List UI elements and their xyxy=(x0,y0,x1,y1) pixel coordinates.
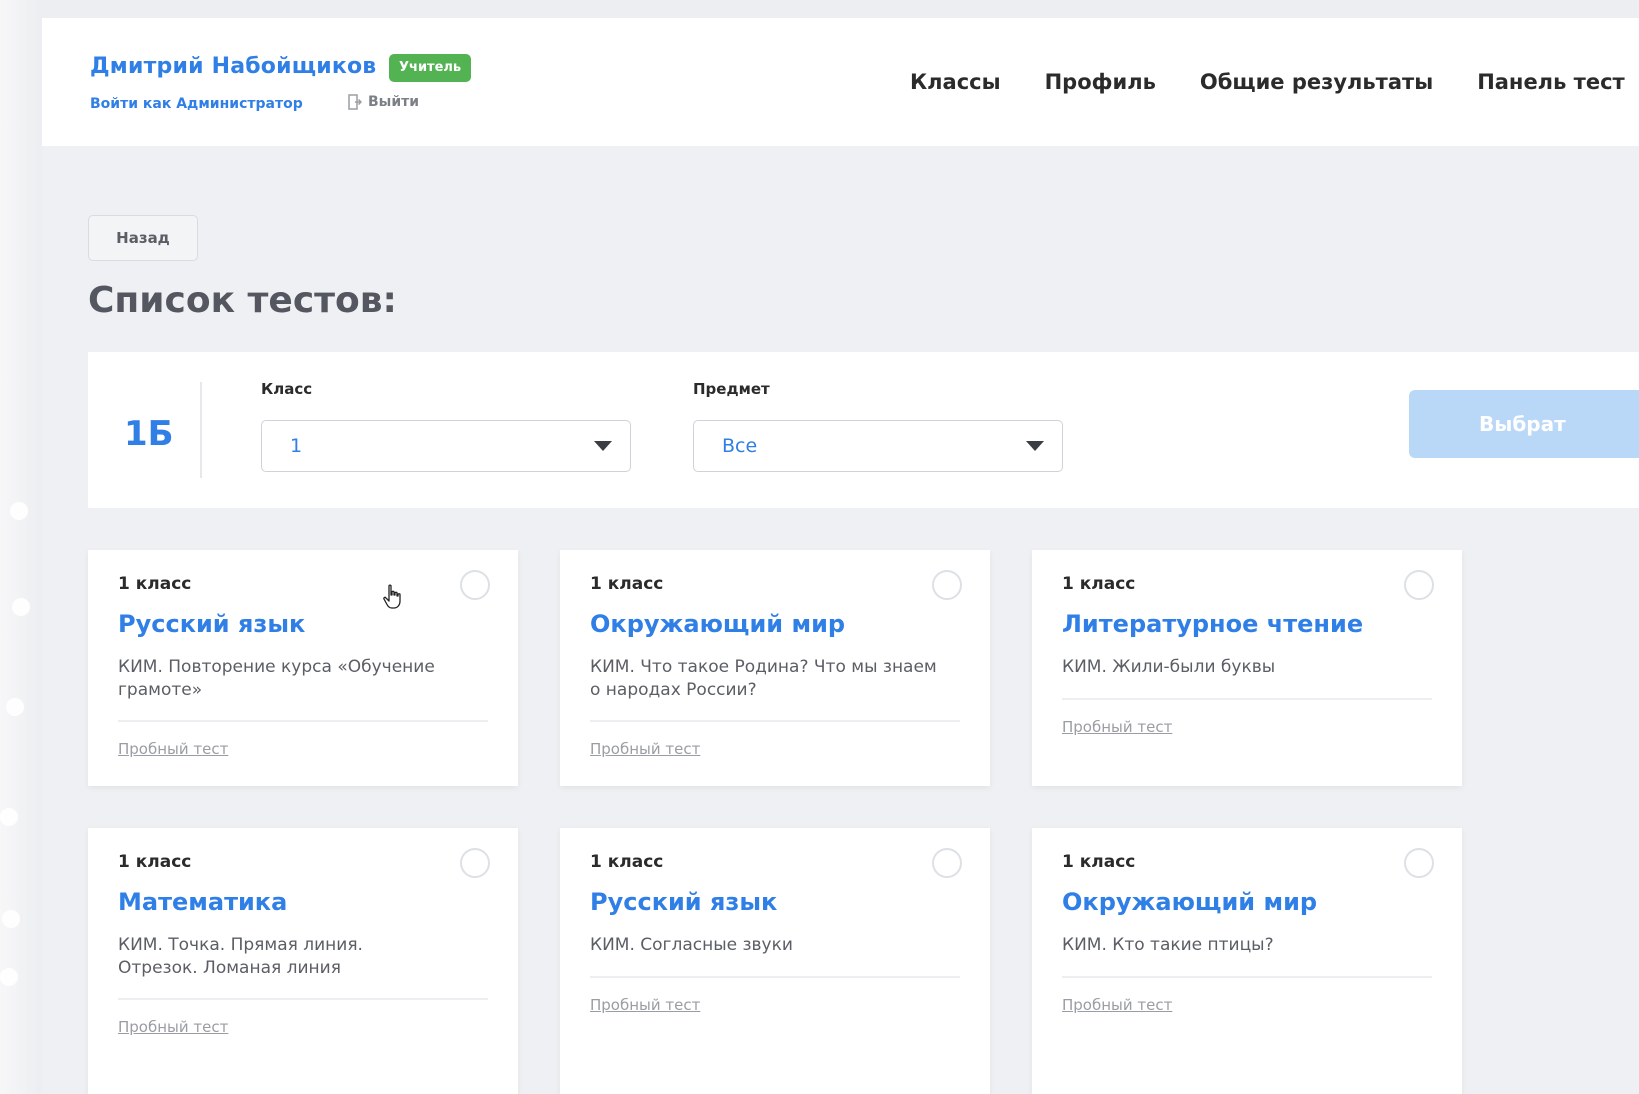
card-subject[interactable]: Окружающий мир xyxy=(1062,888,1317,916)
class-select-value: 1 xyxy=(290,435,303,457)
page-title: Список тестов: xyxy=(88,280,397,321)
trial-test-link[interactable]: Пробный тест xyxy=(1062,996,1172,1014)
card-grade: 1 класс xyxy=(1062,852,1136,872)
logout-label: Выйти xyxy=(368,94,420,110)
hand-cursor-icon xyxy=(383,584,401,609)
trial-test-link[interactable]: Пробный тест xyxy=(590,996,700,1014)
card-divider xyxy=(1062,976,1432,978)
radio-icon[interactable] xyxy=(932,570,962,600)
logout-button[interactable]: Выйти xyxy=(348,94,419,110)
card-grade: 1 класс xyxy=(118,574,192,594)
app-window: Дмитрий Набойщиков Учитель Войти как Адм… xyxy=(42,18,1639,1094)
subject-select[interactable]: Все xyxy=(693,420,1063,472)
user-name[interactable]: Дмитрий Набойщиков xyxy=(90,54,376,79)
card-description: КИМ. Кто такие птицы? xyxy=(1062,935,1274,955)
filter-panel: 1Б Класс 1 Предмет Все Выбрат xyxy=(88,352,1639,508)
role-badge: Учитель xyxy=(389,54,472,82)
subject-label: Предмет xyxy=(693,380,770,398)
card-divider xyxy=(590,720,960,722)
card-grade: 1 класс xyxy=(1062,574,1136,594)
test-card[interactable]: 1 класс Математика КИМ. Точка. Прямая ли… xyxy=(88,828,518,1094)
trial-test-link[interactable]: Пробный тест xyxy=(118,740,228,758)
nav-results[interactable]: Общие результаты xyxy=(1200,70,1433,94)
card-grade: 1 класс xyxy=(590,574,664,594)
card-divider xyxy=(590,976,960,978)
trial-test-link[interactable]: Пробный тест xyxy=(590,740,700,758)
trial-test-link[interactable]: Пробный тест xyxy=(118,1018,228,1036)
chevron-down-icon xyxy=(1026,441,1044,451)
divider xyxy=(200,382,202,478)
subject-select-value: Все xyxy=(722,435,758,457)
card-grade: 1 класс xyxy=(590,852,664,872)
test-card[interactable]: 1 класс Русский язык КИМ. Согласные звук… xyxy=(560,828,990,1094)
test-card[interactable]: 1 класс Окружающий мир КИМ. Кто такие пт… xyxy=(1032,828,1462,1094)
chevron-down-icon xyxy=(594,441,612,451)
class-code: 1Б xyxy=(124,414,174,454)
card-description: КИМ. Жили-были буквы xyxy=(1062,657,1276,677)
card-divider xyxy=(118,720,488,722)
radio-icon[interactable] xyxy=(1404,570,1434,600)
test-card[interactable]: 1 класс Русский язык КИМ. Повторение кур… xyxy=(88,550,518,786)
card-grade: 1 класс xyxy=(118,852,192,872)
main-nav: Классы Профиль Общие результаты Панель т… xyxy=(910,70,1625,94)
radio-icon[interactable] xyxy=(1404,848,1434,878)
card-divider xyxy=(1062,698,1432,700)
class-select[interactable]: 1 xyxy=(261,420,631,472)
radio-icon[interactable] xyxy=(460,570,490,600)
radio-icon[interactable] xyxy=(460,848,490,878)
radio-icon[interactable] xyxy=(932,848,962,878)
card-subject[interactable]: Русский язык xyxy=(118,610,305,638)
card-description: КИМ. Согласные звуки xyxy=(590,935,793,955)
nav-profile[interactable]: Профиль xyxy=(1045,70,1156,94)
class-label: Класс xyxy=(261,380,313,398)
back-button[interactable]: Назад xyxy=(88,215,198,261)
test-card[interactable]: 1 класс Литературное чтение КИМ. Жили-бы… xyxy=(1032,550,1462,786)
choose-button[interactable]: Выбрат xyxy=(1409,390,1639,458)
card-subject[interactable]: Математика xyxy=(118,888,287,916)
card-subject[interactable]: Окружающий мир xyxy=(590,610,845,638)
nav-tests-panel[interactable]: Панель тест xyxy=(1477,70,1625,94)
login-as-admin-link[interactable]: Войти как Администратор xyxy=(90,96,303,112)
trial-test-link[interactable]: Пробный тест xyxy=(1062,718,1172,736)
test-card[interactable]: 1 класс Окружающий мир КИМ. Что такое Ро… xyxy=(560,550,990,786)
card-subject[interactable]: Литературное чтение xyxy=(1062,610,1363,638)
card-subject[interactable]: Русский язык xyxy=(590,888,777,916)
card-divider xyxy=(118,998,488,1000)
logout-icon xyxy=(348,94,362,110)
nav-classes[interactable]: Классы xyxy=(910,70,1001,94)
top-header: Дмитрий Набойщиков Учитель Войти как Адм… xyxy=(42,18,1639,146)
card-description: КИМ. Повторение курса «Обучение грамоте» xyxy=(118,657,435,700)
card-description: КИМ. Что такое Родина? Что мы знаем о на… xyxy=(590,657,937,700)
card-description: КИМ. Точка. Прямая линия. Отрезок. Ломан… xyxy=(118,935,363,978)
